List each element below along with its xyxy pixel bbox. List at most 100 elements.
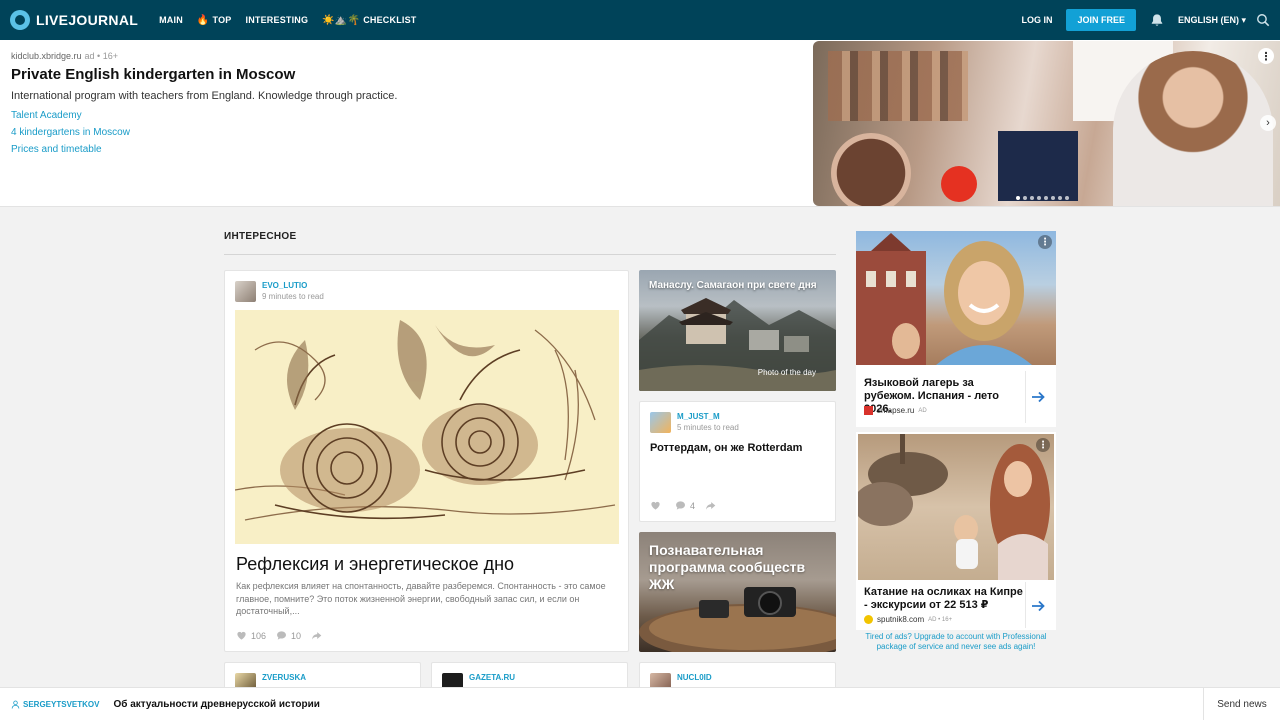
author-name[interactable]: GAZETA.RU <box>469 673 515 682</box>
ad-menu-icon[interactable]: ⋮ <box>1038 235 1052 249</box>
author-name[interactable]: ZVERUSKA <box>262 673 306 682</box>
main-post-card[interactable]: EVO_LUTIO 9 minutes to read Рефлексия и … <box>224 270 629 652</box>
arrow-right-icon[interactable] <box>1030 389 1046 405</box>
carousel-dot[interactable] <box>1044 196 1048 200</box>
travel-emoji-icon: ☀️⛰️🌴 <box>322 14 361 26</box>
banner-image-shelf <box>828 51 968 121</box>
arrow-right-icon[interactable] <box>1030 598 1046 614</box>
community-program-card[interactable]: Познавательная программа сообществ ЖЖ <box>639 532 836 652</box>
smiling-girl-camp-icon <box>856 233 1032 365</box>
bottom-news-bar: SERGEYTSVETKOV Об актуальности древнерус… <box>0 687 1280 720</box>
banner-link-prices[interactable]: Prices and timetable <box>11 144 102 155</box>
ad-image[interactable]: ⋮ <box>858 434 1054 580</box>
carousel-dot[interactable] <box>1016 196 1020 200</box>
banner-next-icon[interactable]: › <box>1260 115 1276 131</box>
post-title[interactable]: Роттердам, он же Rotterdam <box>650 442 830 454</box>
sputnik-logo-icon <box>864 615 873 624</box>
banner-image[interactable]: ⋮ › <box>813 41 1280 206</box>
ad-source[interactable]: smapse.ru AD <box>864 406 927 415</box>
post-title[interactable]: Рефлексия и энергетическое дно <box>236 554 514 575</box>
nav-main-label: MAIN <box>159 15 183 25</box>
banner-image-red-lamp <box>941 166 977 202</box>
sidebar-ad-card[interactable]: ⋮ Языковой лагерь за рубежом. Испания - … <box>856 231 1056 427</box>
language-selector[interactable]: ENGLISH (EN) ▾ <box>1178 15 1246 26</box>
login-link[interactable]: LOG IN <box>1021 15 1052 25</box>
send-news-button[interactable]: Send news <box>1203 688 1280 720</box>
carousel-dot[interactable] <box>1058 196 1062 200</box>
user-icon <box>11 700 20 708</box>
livejournal-logo-icon <box>10 10 30 30</box>
banner-ad-label: ad • 16+ <box>84 51 118 61</box>
like-stat[interactable]: 106 <box>236 630 266 641</box>
author-name[interactable]: M_JUST_M <box>677 412 720 421</box>
banner-title[interactable]: Private English kindergarten in Moscow <box>11 66 295 83</box>
post-image[interactable] <box>235 310 619 544</box>
fairy-snail-illustration-icon <box>235 310 619 544</box>
author-name[interactable]: NUCL0ID <box>677 673 712 682</box>
ad-source-name: smapse.ru <box>877 406 915 415</box>
ad-source[interactable]: sputnik8.com AD • 16+ <box>864 615 952 624</box>
carousel-dot[interactable] <box>1030 196 1034 200</box>
banner-description: International program with teachers from… <box>11 90 398 102</box>
ad-divider <box>1025 371 1026 423</box>
nav-main[interactable]: MAIN <box>159 15 183 25</box>
bottom-author[interactable]: SERGEYTSVETKOV <box>11 700 99 709</box>
author-avatar[interactable] <box>650 412 671 433</box>
read-time: 9 minutes to read <box>262 292 324 301</box>
nav-top[interactable]: 🔥 TOP <box>197 15 232 26</box>
share-icon[interactable] <box>705 500 716 511</box>
banner-image-house <box>998 131 1078 201</box>
banner-image-child <box>831 133 911 206</box>
ad-menu-icon[interactable]: ⋮ <box>1036 438 1050 452</box>
banner-carousel-dots <box>1016 196 1072 200</box>
comment-stat[interactable]: 4 <box>675 500 695 511</box>
heart-icon <box>237 631 246 640</box>
ad-image[interactable]: ⋮ <box>856 231 1056 365</box>
smapse-logo-icon <box>864 406 873 415</box>
upgrade-ads-link[interactable]: Tired of ads? Upgrade to account with Pr… <box>856 632 1056 651</box>
photo-of-day-badge: Photo of the day <box>757 368 816 377</box>
banner-domain-text: kidclub.xbridge.ru <box>11 51 82 61</box>
ad-tag: AD <box>918 407 927 414</box>
section-divider <box>224 254 836 255</box>
ad-banner[interactable]: kidclub.xbridge.ru ad • 16+ Private Engli… <box>0 40 1280 207</box>
carousel-dot[interactable] <box>1065 196 1069 200</box>
share-icon[interactable] <box>311 630 322 641</box>
logo-text: LIVEJOURNAL <box>36 12 139 28</box>
carousel-dot[interactable] <box>1037 196 1041 200</box>
community-program-title[interactable]: Познавательная программа сообществ ЖЖ <box>649 542 834 593</box>
comment-stat[interactable]: 10 <box>276 630 301 641</box>
bell-icon[interactable] <box>1150 13 1164 27</box>
join-free-button[interactable]: JOIN FREE <box>1066 9 1136 31</box>
post-card[interactable]: M_JUST_M 5 minutes to read Роттердам, он… <box>639 401 836 522</box>
nav-checklist[interactable]: ☀️⛰️🌴 CHECKLIST <box>322 15 416 26</box>
post-stats: 106 10 <box>236 630 326 641</box>
banner-link-kindergartens[interactable]: 4 kindergartens in Moscow <box>11 127 130 138</box>
main-nav: MAIN 🔥 TOP INTERESTING ☀️⛰️🌴 CHECKLIST <box>159 15 430 26</box>
read-time: 5 minutes to read <box>677 423 739 432</box>
header-actions: LOG IN JOIN FREE ENGLISH (EN) ▾ <box>1021 0 1280 40</box>
banner-domain[interactable]: kidclub.xbridge.ru ad • 16+ <box>11 51 118 61</box>
ad-title[interactable]: Катание на осликах на Кипре - экскурсии … <box>864 586 1024 612</box>
author-avatar[interactable] <box>235 281 256 302</box>
banner-image-teacher <box>1113 51 1273 206</box>
nav-interesting-label: INTERESTING <box>245 15 309 25</box>
search-icon[interactable] <box>1256 13 1270 27</box>
banner-menu-icon[interactable]: ⋮ <box>1258 48 1274 64</box>
section-title: ИНТЕРЕСНОЕ <box>224 231 297 242</box>
banner-link-talent-academy[interactable]: Talent Academy <box>11 110 82 121</box>
carousel-dot[interactable] <box>1023 196 1027 200</box>
carousel-dot[interactable] <box>1051 196 1055 200</box>
bottom-author-name: SERGEYTSVETKOV <box>23 699 100 709</box>
post-excerpt: Как рефлексия влияет на спонтанность, да… <box>236 581 606 616</box>
ad-source-name: sputnik8.com <box>877 615 925 624</box>
like-stat[interactable] <box>650 500 665 511</box>
nav-interesting[interactable]: INTERESTING <box>246 15 309 25</box>
bottom-post-title[interactable]: Об актуальности древнерусской истории <box>113 699 319 710</box>
post-stats: 4 <box>650 500 720 511</box>
sidebar-ad-card[interactable]: ⋮ Катание на осликах на Кипре - экскурси… <box>856 432 1056 630</box>
photo-of-day-title[interactable]: Манаслу. Самагаон при свете дня <box>649 280 829 291</box>
photo-of-day-card[interactable]: Манаслу. Самагаон при свете дня Photo of… <box>639 270 836 391</box>
author-name[interactable]: EVO_LUTIO <box>262 281 307 290</box>
logo[interactable]: LIVEJOURNAL <box>10 10 138 30</box>
